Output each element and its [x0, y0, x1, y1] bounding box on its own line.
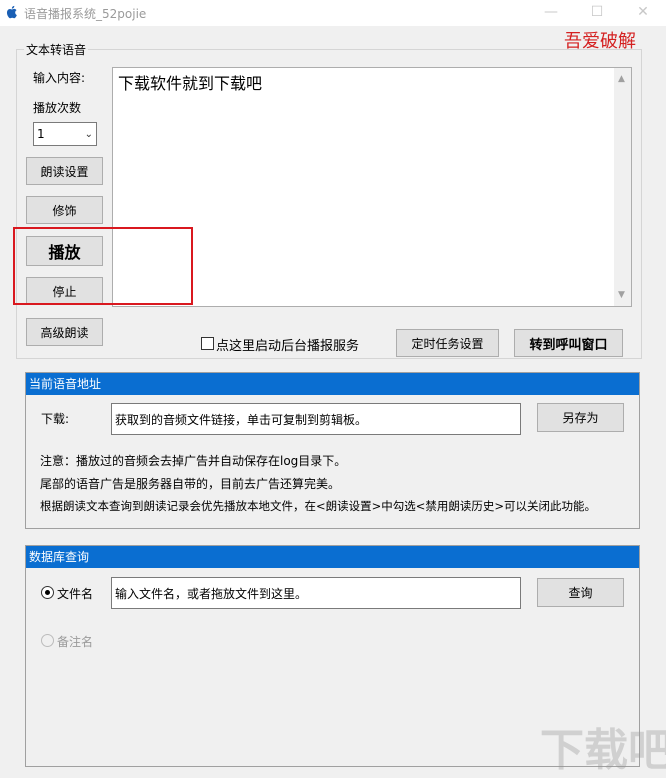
scroll-up-icon[interactable]: ▲ — [618, 74, 625, 84]
text-area-scrollbar[interactable]: ▲ ▼ — [614, 68, 631, 306]
decorate-button[interactable]: 修饰 — [26, 196, 103, 224]
radio-filename[interactable] — [41, 586, 54, 599]
scroll-down-icon[interactable]: ▼ — [618, 290, 625, 300]
voice-address-header: 当前语音地址 — [26, 373, 639, 395]
maximize-button[interactable]: ☐ — [574, 0, 620, 26]
minimize-button[interactable]: — — [528, 0, 574, 26]
background-service-checkbox[interactable] — [201, 337, 214, 350]
watermark-bottom: 下载吧 — [540, 725, 666, 776]
download-link-field[interactable]: 获取到的音频文件链接，单击可复制到剪辑板。 — [111, 403, 521, 435]
query-button[interactable]: 查询 — [537, 578, 624, 607]
call-window-button[interactable]: 转到呼叫窗口 — [514, 329, 623, 357]
scheduled-task-button[interactable]: 定时任务设置 — [396, 329, 499, 357]
title-bar[interactable]: 语音播报系统_52pojie — ☐ ✕ — [0, 0, 666, 26]
radio-filename-label[interactable]: 文件名 — [57, 585, 93, 602]
radio-remark-label: 备注名 — [57, 635, 94, 649]
radio-dot-icon — [45, 590, 50, 595]
filename-input[interactable]: 输入文件名，或者拖放文件到这里。 — [111, 577, 521, 609]
play-count-select[interactable]: 1 ⌄ — [33, 122, 97, 146]
window-title: 语音播报系统_52pojie — [24, 7, 147, 21]
save-as-button[interactable]: 另存为 — [537, 403, 624, 432]
read-settings-button[interactable]: 朗读设置 — [26, 157, 103, 185]
advanced-read-button[interactable]: 高级朗读 — [26, 318, 103, 346]
note-line-1: 注意：播放过的音频会去掉广告并自动保存在log目录下。 — [40, 454, 347, 468]
tts-input-text: 下载软件就到下载吧 — [118, 74, 263, 93]
play-count-label: 播放次数 — [33, 101, 82, 115]
input-content-label: 输入内容: — [33, 71, 86, 85]
apple-icon — [6, 5, 17, 19]
chevron-down-icon: ⌄ — [84, 128, 93, 140]
radio-remark[interactable] — [41, 634, 54, 647]
db-query-header: 数据库查询 — [26, 546, 639, 568]
tts-group-label: 文本转语音 — [24, 41, 89, 58]
background-service-label[interactable]: 点这里启动后台播报服务 — [216, 335, 359, 354]
highlight-box — [13, 227, 193, 305]
note-line-2: 尾部的语音广告是服务器自带的，目前去广告还算完美。 — [40, 477, 341, 491]
download-label: 下载: — [41, 412, 70, 426]
note-line-3: 根据朗读文本查询到朗读记录会优先播放本地文件，在<朗读设置>中勾选<禁用朗读历史… — [40, 499, 597, 513]
play-count-value: 1 — [37, 127, 45, 141]
close-button[interactable]: ✕ — [620, 0, 666, 26]
